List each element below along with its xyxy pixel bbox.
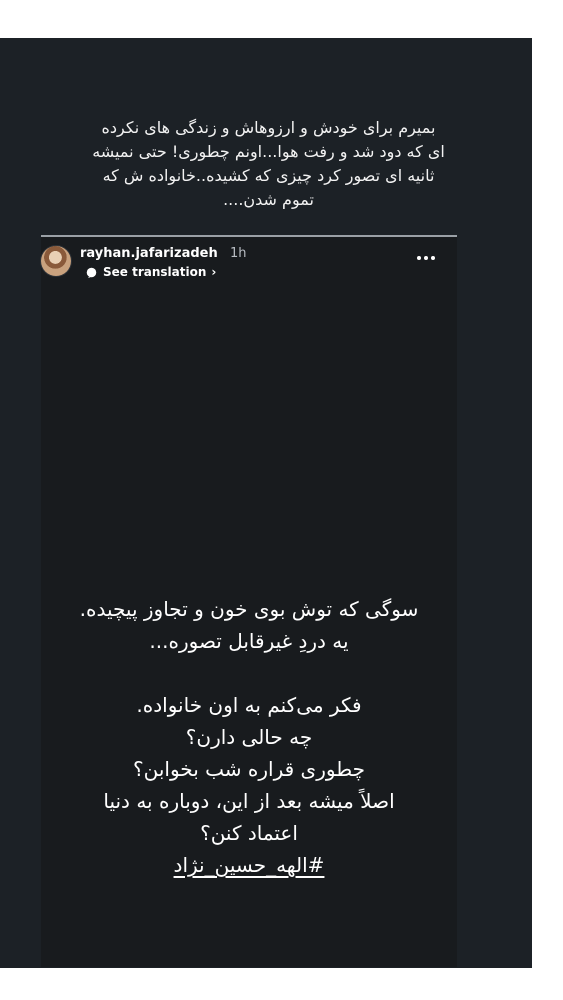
post-time: 1h — [230, 246, 247, 261]
avatar[interactable] — [41, 246, 71, 276]
post-username[interactable]: rayhan.jafarizadeh — [80, 246, 218, 262]
post-top-divider — [41, 235, 457, 237]
story-frame: بمیرم برای خودش و ارزوهاش و زندگی های نک… — [0, 38, 532, 968]
more-options-icon[interactable] — [416, 255, 436, 261]
post-line: اعتماد کنن؟ — [200, 821, 298, 845]
see-translation-button[interactable]: See translation › — [86, 265, 216, 279]
shared-post[interactable]: rayhan.jafarizadeh 1h See translation › … — [41, 235, 457, 967]
caption-line: ای که دود شد و رفت هوا...اونم چطوری! حتی… — [92, 142, 445, 161]
caption-line: تموم شدن.... — [223, 190, 314, 209]
post-body: سوگی که توش بوی خون و تجاوز پیچیده. یه د… — [41, 593, 457, 881]
post-line: اصلاً میشه بعد از این، دوباره به دنیا — [103, 789, 395, 813]
post-line: سوگی که توش بوی خون و تجاوز پیچیده. — [79, 597, 419, 621]
translate-icon — [86, 267, 97, 278]
post-line: چطوری قراره شب بخوابن؟ — [133, 757, 365, 781]
see-translation-label: See translation — [103, 265, 207, 279]
story-caption: بمیرم برای خودش و ارزوهاش و زندگی های نک… — [66, 116, 471, 212]
hashtag-link[interactable]: #الهه_حسین_نژاد — [174, 853, 325, 877]
post-line: فکر می‌کنم به اون خانواده. — [136, 693, 362, 717]
caption-line: ثانیه ای تصور کرد چیزی که کشیده..خانواده… — [102, 166, 435, 185]
post-line: یه دردِ غیرقابل تصوره... — [149, 629, 349, 653]
caption-line: بمیرم برای خودش و ارزوهاش و زندگی های نک… — [101, 118, 436, 137]
post-line: چه حالی دارن؟ — [185, 725, 313, 749]
chevron-right-icon: › — [211, 265, 217, 279]
